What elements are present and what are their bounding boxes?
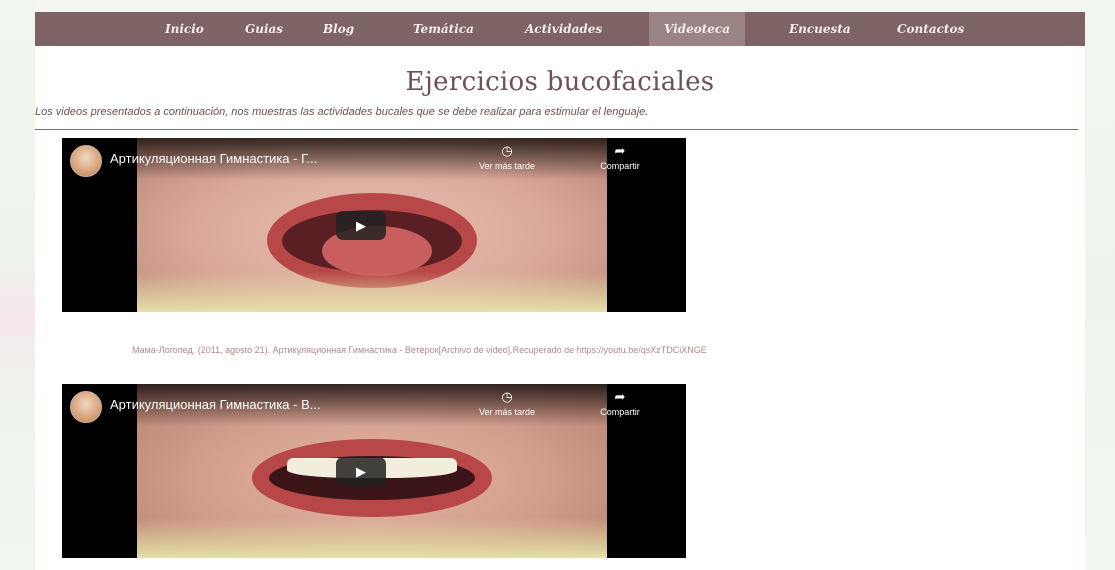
- nav-item-blog[interactable]: Blog: [311, 12, 366, 46]
- channel-avatar-icon[interactable]: [70, 391, 102, 423]
- left-background-strip: [0, 0, 35, 570]
- video-player-1[interactable]: Артикуляционная Гимнастика - Г... ◷ Ver …: [62, 138, 686, 312]
- video-title[interactable]: Артикуляционная Гимнастика - Г...: [110, 151, 317, 166]
- share-label: Compartir: [600, 161, 640, 171]
- top-navigation: Inicio Guias Blog Temática Actividades V…: [35, 12, 1085, 46]
- share-arrow-icon: ➦: [614, 389, 626, 404]
- nav-item-actividades[interactable]: Actividades: [513, 12, 614, 46]
- video-citation: Мама-Логопед. (2011, agosto 21). Артикул…: [132, 345, 707, 355]
- watch-later-button[interactable]: ◷ Ver más tarde: [467, 144, 547, 171]
- share-button[interactable]: ➦ Compartir: [580, 144, 660, 171]
- divider: [35, 129, 1078, 130]
- intro-text: Los videos presentados a continuación, n…: [35, 106, 649, 118]
- nav-item-encuesta[interactable]: Encuesta: [777, 12, 863, 46]
- share-button[interactable]: ➦ Compartir: [580, 390, 660, 417]
- watch-later-label: Ver más tarde: [478, 161, 536, 171]
- watch-later-label: Ver más tarde: [478, 407, 536, 417]
- nav-item-inicio[interactable]: Inicio: [153, 12, 216, 46]
- share-label: Compartir: [600, 407, 640, 417]
- page-title: Ejercicios bucofaciales: [405, 67, 715, 97]
- video-player-2[interactable]: Артикуляционная Гимнастика - В... ◷ Ver …: [62, 384, 686, 558]
- nav-item-videoteca[interactable]: Videoteca: [649, 12, 745, 46]
- thumbnail-shirt: [137, 272, 607, 312]
- thumbnail-shirt: [137, 518, 607, 558]
- share-arrow-icon: ➦: [614, 143, 626, 158]
- page-content: Inicio Guias Blog Temática Actividades V…: [35, 12, 1085, 570]
- watch-later-button[interactable]: ◷ Ver más tarde: [467, 390, 547, 417]
- play-icon[interactable]: ▶: [336, 457, 386, 486]
- channel-avatar-icon[interactable]: [70, 145, 102, 177]
- clock-icon: ◷: [501, 389, 513, 404]
- play-icon[interactable]: ▶: [336, 211, 386, 240]
- nav-item-tematica[interactable]: Temática: [401, 12, 486, 46]
- right-background-strip: [1085, 0, 1115, 570]
- clock-icon: ◷: [501, 143, 513, 158]
- nav-item-guias[interactable]: Guias: [233, 12, 295, 46]
- nav-item-contactos[interactable]: Contactos: [885, 12, 976, 46]
- video-title[interactable]: Артикуляционная Гимнастика - В...: [110, 397, 321, 412]
